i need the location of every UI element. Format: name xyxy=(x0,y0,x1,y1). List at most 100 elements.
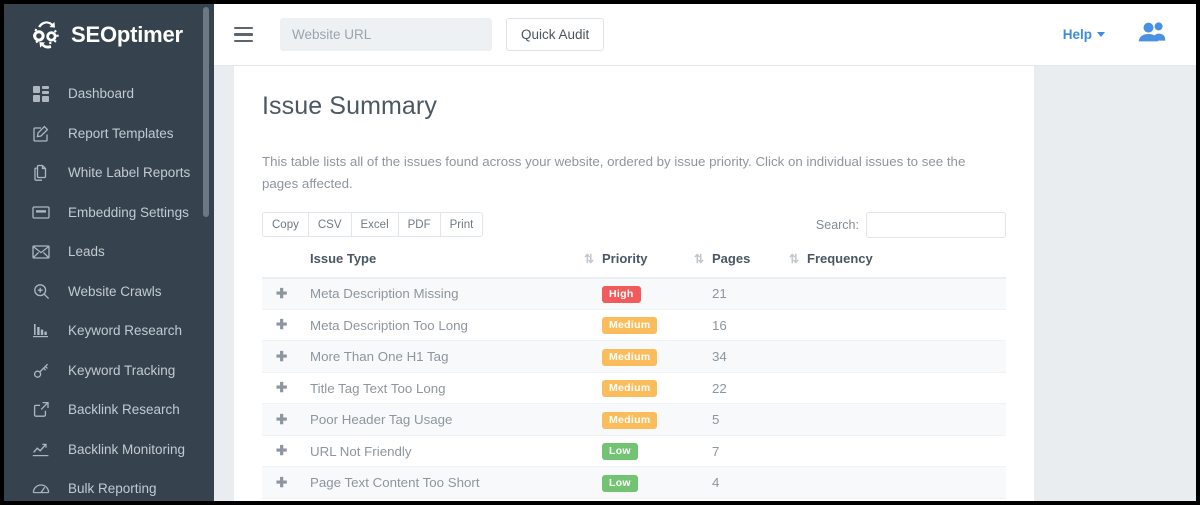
sidebar-item-backlink-monitoring[interactable]: Backlink Monitoring xyxy=(4,430,214,470)
cell-issue-type: More Than One H1 Tag xyxy=(310,341,602,373)
table-row[interactable]: ✚ Poor Header Tag Usage Medium 5 xyxy=(262,404,1006,436)
sidebar-item-label: Keyword Research xyxy=(68,323,182,338)
status-badge: Low xyxy=(602,443,638,460)
cell-priority: Medium xyxy=(602,404,712,436)
cell-frequency xyxy=(807,467,1006,499)
table-row[interactable]: ✚ More Than One H1 Tag Medium 34 xyxy=(262,341,1006,373)
expand-row-button[interactable]: ✚ xyxy=(262,309,310,341)
expand-row-button[interactable]: ✚ xyxy=(262,467,310,499)
th-frequency[interactable]: ⇅ Frequency xyxy=(807,251,1006,278)
quick-audit-button[interactable]: Quick Audit xyxy=(506,18,604,51)
issue-summary-card: Issue Summary This table lists all of th… xyxy=(234,66,1034,501)
table-row[interactable]: ✚ Meta Description Too Long Medium 16 xyxy=(262,309,1006,341)
line-chart-icon xyxy=(31,439,51,459)
sort-updown-icon[interactable]: ⇅ xyxy=(789,252,797,266)
status-badge: Medium xyxy=(602,412,657,429)
sidebar-item-label: Report Templates xyxy=(68,126,174,141)
sidebar-item-label: Backlink Research xyxy=(68,402,180,417)
sidebar-item-embedding-settings[interactable]: Embedding Settings xyxy=(4,193,214,233)
external-link-icon xyxy=(31,400,51,420)
search-input[interactable] xyxy=(866,212,1006,238)
cell-priority: Low xyxy=(602,435,712,467)
sidebar-scrollbar-thumb[interactable] xyxy=(203,7,209,217)
cell-pages: 16 xyxy=(712,309,807,341)
cell-issue-type: Meta Description Too Long xyxy=(310,309,602,341)
table-controls: Copy CSV Excel PDF Print Search: xyxy=(262,212,1006,238)
cell-frequency xyxy=(807,309,1006,341)
sidebar-item-keyword-tracking[interactable]: Keyword Tracking xyxy=(4,351,214,391)
cell-pages: 22 xyxy=(712,372,807,404)
export-print-button[interactable]: Print xyxy=(440,212,484,237)
sidebar-item-white-label-reports[interactable]: White Label Reports xyxy=(4,153,214,193)
sidebar-item-label: Bulk Reporting xyxy=(68,481,157,496)
website-url-input[interactable] xyxy=(280,18,492,51)
cell-issue-type: Poor Header Tag Usage xyxy=(310,404,602,436)
export-csv-button[interactable]: CSV xyxy=(308,212,351,237)
th-issue-type[interactable]: Issue Type xyxy=(310,251,602,278)
sidebar: SEOptimer Dashboard Report Templates Whi xyxy=(4,4,214,501)
sort-updown-icon[interactable]: ⇅ xyxy=(694,252,702,266)
cell-issue-type: Page Text Content Too Short xyxy=(310,467,602,499)
table-row[interactable]: ✚ URL Not Friendly Low 7 xyxy=(262,435,1006,467)
sidebar-item-leads[interactable]: Leads xyxy=(4,232,214,272)
brand-logo-area[interactable]: SEOptimer xyxy=(4,4,214,66)
table-header-row: Issue Type ⇅ Priority ⇅ Pages ⇅ Frequenc… xyxy=(262,251,1006,278)
window-embed-icon xyxy=(31,202,51,222)
status-badge: Medium xyxy=(602,380,657,397)
expand-row-button[interactable]: ✚ xyxy=(262,435,310,467)
table-description: This table lists all of the issues found… xyxy=(262,151,974,195)
table-head: Issue Type ⇅ Priority ⇅ Pages ⇅ Frequenc… xyxy=(262,251,1006,278)
table-row[interactable]: ✚ Meta Description Missing High 21 xyxy=(262,278,1006,310)
users-icon[interactable] xyxy=(1138,21,1166,48)
cell-issue-type: Title Tag Text Too Long xyxy=(310,372,602,404)
status-badge: Low xyxy=(602,475,638,492)
export-button-group: Copy CSV Excel PDF Print xyxy=(262,212,483,237)
expand-row-button[interactable]: ✚ xyxy=(262,372,310,404)
sidebar-item-label: Keyword Tracking xyxy=(68,363,175,378)
expand-row-button[interactable]: ✚ xyxy=(262,341,310,373)
cell-issue-type: URL Not Friendly xyxy=(310,435,602,467)
th-priority-label: Priority xyxy=(602,251,648,266)
table-row[interactable]: ✚ Title Tag Text Too Long Medium 22 xyxy=(262,372,1006,404)
cell-frequency xyxy=(807,372,1006,404)
dashboard-grid-icon xyxy=(31,84,51,104)
key-icon xyxy=(31,360,51,380)
topbar: Quick Audit Help xyxy=(214,4,1196,66)
status-badge: Medium xyxy=(602,349,657,366)
export-excel-button[interactable]: Excel xyxy=(351,212,398,237)
sidebar-item-keyword-research[interactable]: Keyword Research xyxy=(4,311,214,351)
export-pdf-button[interactable]: PDF xyxy=(398,212,440,237)
export-copy-button[interactable]: Copy xyxy=(262,212,308,237)
status-badge: High xyxy=(602,286,641,303)
sidebar-item-label: Website Crawls xyxy=(68,284,162,299)
help-menu[interactable]: Help xyxy=(1063,27,1105,42)
sidebar-item-website-crawls[interactable]: Website Crawls xyxy=(4,272,214,312)
sidebar-item-backlink-research[interactable]: Backlink Research xyxy=(4,390,214,430)
sidebar-item-bulk-reporting[interactable]: Bulk Reporting xyxy=(4,469,214,501)
issue-summary-table: Issue Type ⇅ Priority ⇅ Pages ⇅ Frequenc… xyxy=(262,251,1006,499)
expand-row-button[interactable]: ✚ xyxy=(262,278,310,310)
cell-frequency xyxy=(807,435,1006,467)
cell-pages: 21 xyxy=(712,278,807,310)
caret-down-icon xyxy=(1097,32,1105,37)
sidebar-item-dashboard[interactable]: Dashboard xyxy=(4,74,214,114)
sidebar-scrollbar[interactable] xyxy=(202,4,210,501)
cell-priority: Medium xyxy=(602,341,712,373)
cell-priority: Medium xyxy=(602,372,712,404)
th-frequency-label: Frequency xyxy=(807,251,873,266)
speedometer-icon xyxy=(31,479,51,499)
search-plus-icon xyxy=(31,281,51,301)
cell-pages: 34 xyxy=(712,341,807,373)
sidebar-item-label: Dashboard xyxy=(68,86,134,101)
edit-square-icon xyxy=(31,123,51,143)
cell-priority: Medium xyxy=(602,309,712,341)
expand-row-button[interactable]: ✚ xyxy=(262,404,310,436)
table-row[interactable]: ✚ Page Text Content Too Short Low 4 xyxy=(262,467,1006,499)
hamburger-icon[interactable] xyxy=(228,20,258,50)
th-expand xyxy=(262,251,310,278)
table-body: ✚ Meta Description Missing High 21 ✚ Met… xyxy=(262,278,1006,499)
cell-pages: 5 xyxy=(712,404,807,436)
sidebar-item-report-templates[interactable]: Report Templates xyxy=(4,114,214,154)
cell-frequency xyxy=(807,278,1006,310)
sort-updown-icon[interactable]: ⇅ xyxy=(584,252,592,266)
